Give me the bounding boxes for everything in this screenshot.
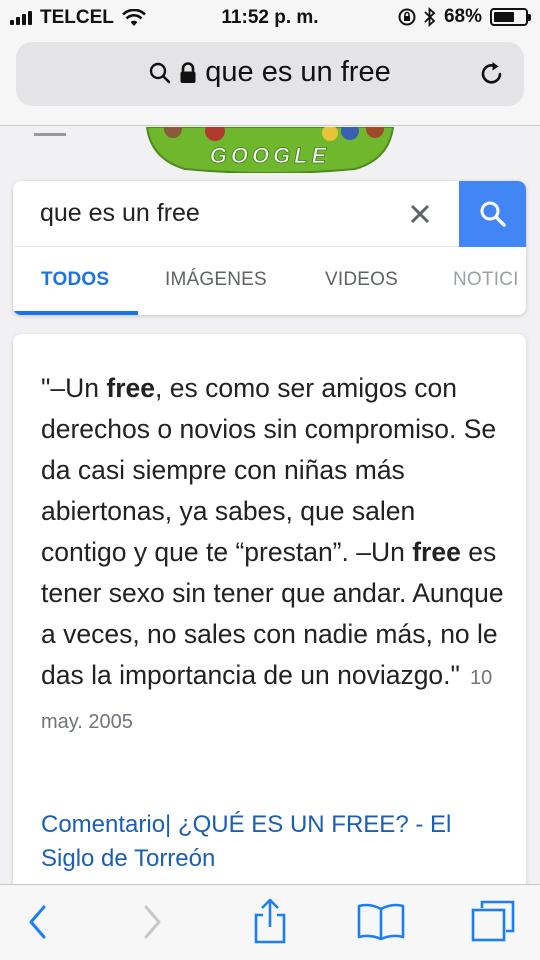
battery-level [494, 12, 515, 22]
browser-toolbar [0, 884, 540, 960]
web-page: GOOGLE que es un free TODOS IMÁGENES VID… [0, 127, 540, 884]
search-icon [150, 62, 171, 83]
address-text: que es un free [205, 56, 391, 88]
featured-snippet-card: "–Un free, es como ser amigos con derech… [13, 334, 526, 884]
tab-noticias[interactable]: NOTICI [453, 269, 519, 291]
snippet-part: "–Un [41, 373, 107, 403]
clear-icon[interactable] [409, 203, 431, 225]
snippet-bold-term: free [106, 373, 156, 403]
reload-icon[interactable] [478, 60, 506, 88]
status-bar: TELCEL 11:52 p. m. 68% [0, 0, 540, 36]
search-row: que es un free [13, 181, 526, 247]
result-link[interactable]: Comentario| ¿QUÉ ES UN FREE? - El Siglo … [41, 808, 506, 876]
rotation-lock-icon [398, 8, 416, 26]
doodle-text: GOOGLE [210, 143, 331, 168]
active-tab-indicator [13, 311, 138, 315]
google-doodle[interactable]: GOOGLE [145, 127, 395, 173]
search-tabs: TODOS IMÁGENES VIDEOS NOTICI [13, 247, 526, 315]
snippet-text: "–Un free, es como ser amigos con derech… [41, 368, 506, 743]
status-right: 68% [398, 6, 531, 28]
snippet-bold-term: free [412, 537, 461, 567]
tabs-icon[interactable] [470, 899, 516, 943]
search-card: que es un free TODOS IMÁGENES VIDEOS NOT… [13, 181, 526, 315]
search-icon [480, 201, 506, 227]
tab-videos[interactable]: VIDEOS [325, 269, 398, 291]
battery-icon [490, 8, 531, 26]
battery-percent: 68% [443, 6, 482, 27]
menu-icon[interactable] [34, 133, 66, 136]
search-button[interactable] [459, 181, 526, 247]
bluetooth-icon [424, 7, 436, 27]
address-bar[interactable]: que es un free [16, 42, 524, 106]
tab-todos[interactable]: TODOS [41, 269, 109, 291]
back-icon[interactable] [26, 903, 50, 941]
share-icon[interactable] [250, 897, 290, 945]
tab-imagenes[interactable]: IMÁGENES [165, 269, 267, 291]
address-content: que es un free [16, 56, 524, 89]
lock-icon [180, 61, 196, 83]
browser-address-area: que es un free [0, 36, 540, 126]
bookmarks-icon[interactable] [356, 901, 406, 941]
search-input[interactable]: que es un free [40, 199, 200, 228]
forward-icon[interactable] [140, 903, 164, 941]
